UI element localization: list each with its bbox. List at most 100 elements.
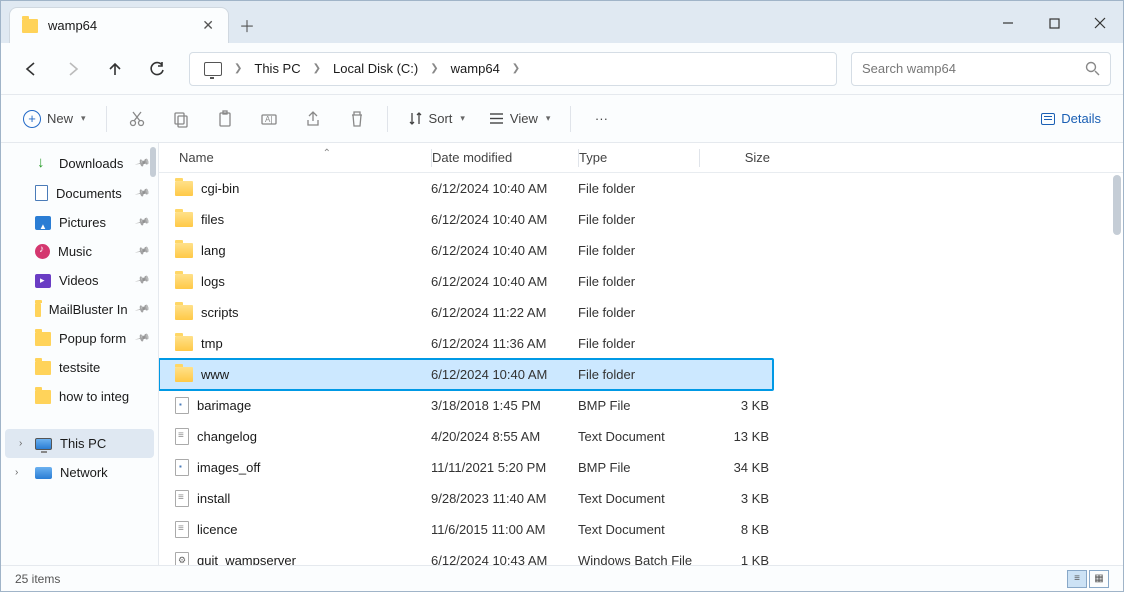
file-row[interactable]: changelog4/20/2024 8:55 AMText Document1… <box>159 421 1123 452</box>
more-button[interactable]: ··· <box>581 105 621 132</box>
paste-button[interactable] <box>205 104 245 134</box>
file-date: 6/12/2024 10:40 AM <box>431 367 578 382</box>
file-date: 11/6/2015 11:00 AM <box>431 522 578 537</box>
sidebar-item[interactable]: Downloads📌 <box>1 149 158 178</box>
view-button[interactable]: View ▾ <box>479 105 560 132</box>
file-size: 8 KB <box>699 522 769 537</box>
chevron-right-icon[interactable]: ❯ <box>428 63 440 74</box>
details-view-button[interactable]: ≡ <box>1067 570 1087 588</box>
sidebar-item[interactable]: testsite <box>1 353 158 382</box>
sidebar-item-label: Downloads <box>59 156 123 171</box>
file-row[interactable]: lang6/12/2024 10:40 AMFile folder <box>159 235 1123 266</box>
folder-icon <box>175 274 193 289</box>
new-button[interactable]: + New ▾ <box>13 104 96 134</box>
file-row[interactable]: cgi-bin 6/12/2024 10:40 AMFile folder <box>159 173 1123 204</box>
file-row[interactable]: barimage3/18/2018 1:45 PMBMP File3 KB <box>159 390 1123 421</box>
refresh-button[interactable] <box>139 51 175 87</box>
chevron-right-icon[interactable]: › <box>19 438 22 449</box>
file-date: 6/12/2024 11:36 AM <box>431 336 578 351</box>
sort-icon <box>408 111 423 126</box>
column-type[interactable]: Type <box>579 150 699 165</box>
file-type: File folder <box>578 181 699 196</box>
sidebar-item[interactable]: Popup form📌 <box>1 324 158 353</box>
file-row[interactable]: scripts6/12/2024 11:22 AMFile folder <box>159 297 1123 328</box>
forward-button[interactable] <box>55 51 91 87</box>
details-pane-button[interactable]: Details <box>1031 105 1111 132</box>
new-tab-button[interactable]: ＋ <box>229 7 265 43</box>
file-row[interactable]: install9/28/2023 11:40 AMText Document3 … <box>159 483 1123 514</box>
sidebar-item[interactable]: MailBluster In📌 <box>1 295 158 324</box>
file-row[interactable]: files6/12/2024 10:40 AMFile folder <box>159 204 1123 235</box>
monitor-icon <box>204 62 222 76</box>
chevron-right-icon[interactable]: › <box>15 467 18 478</box>
file-size: 3 KB <box>699 491 769 506</box>
close-button[interactable] <box>1077 3 1123 43</box>
separator <box>387 106 388 132</box>
folder-icon <box>175 367 193 382</box>
network-icon <box>35 467 52 479</box>
breadcrumb-folder[interactable]: wamp64 <box>443 57 508 80</box>
sidebar-item[interactable]: Documents📌 <box>1 178 158 208</box>
delete-button[interactable] <box>337 104 377 134</box>
file-name: scripts <box>201 305 239 320</box>
file-row[interactable]: tmp6/12/2024 11:36 AMFile folder <box>159 328 1123 359</box>
sidebar-item-label: MailBluster In <box>49 302 128 317</box>
sidebar-item[interactable]: Pictures📌 <box>1 208 158 237</box>
txt-icon <box>175 521 189 538</box>
file-name: cgi-bin <box>201 181 239 196</box>
chevron-right-icon[interactable]: ❯ <box>232 63 244 74</box>
column-size[interactable]: Size <box>700 150 770 165</box>
file-size: 34 KB <box>699 460 769 475</box>
search-box[interactable]: Search wamp64 <box>851 52 1111 86</box>
window-controls <box>985 3 1123 43</box>
sidebar-item[interactable]: Videos📌 <box>1 266 158 295</box>
scrollbar[interactable] <box>1113 175 1121 235</box>
file-row[interactable]: images_off11/11/2021 5:20 PMBMP File34 K… <box>159 452 1123 483</box>
sort-button[interactable]: Sort ▾ <box>398 105 475 132</box>
minimize-button[interactable] <box>985 3 1031 43</box>
file-row[interactable]: logs6/12/2024 10:40 AMFile folder <box>159 266 1123 297</box>
sidebar-item-label: how to integ <box>59 389 129 404</box>
chevron-right-icon[interactable]: ❯ <box>510 63 522 74</box>
separator <box>570 106 571 132</box>
file-type: File folder <box>578 274 699 289</box>
address-bar[interactable]: ❯ This PC ❯ Local Disk (C:) ❯ wamp64 ❯ <box>189 52 837 86</box>
thumbnails-view-button[interactable]: ▦ <box>1089 570 1109 588</box>
cut-button[interactable] <box>117 104 157 134</box>
toolbar: + New ▾ A| Sort ▾ View ▾ ··· Details <box>1 95 1123 143</box>
file-type: BMP File <box>578 460 699 475</box>
pin-icon: 📌 <box>134 185 150 201</box>
share-button[interactable] <box>293 104 333 134</box>
copy-button[interactable] <box>161 104 201 134</box>
back-button[interactable] <box>13 51 49 87</box>
search-placeholder: Search wamp64 <box>862 61 956 76</box>
breadcrumb-thispc[interactable]: This PC <box>246 57 308 80</box>
sidebar: Downloads📌Documents📌Pictures📌Music📌Video… <box>1 143 159 565</box>
window-tab[interactable]: wamp64 ✕ <box>9 7 229 43</box>
sidebar-item-thispc[interactable]: › This PC <box>5 429 154 458</box>
separator <box>106 106 107 132</box>
chevron-down-icon: ▾ <box>546 113 551 124</box>
column-name[interactable]: Name⌃ <box>171 150 431 165</box>
breadcrumb-drive[interactable]: Local Disk (C:) <box>325 57 426 80</box>
file-date: 6/12/2024 10:40 AM <box>431 181 578 196</box>
sidebar-item[interactable]: how to integ <box>1 382 158 411</box>
breadcrumb-root-icon[interactable] <box>196 58 230 80</box>
doc-icon <box>35 185 48 201</box>
file-type: Windows Batch File <box>578 553 699 565</box>
file-name: lang <box>201 243 226 258</box>
file-date: 4/20/2024 8:55 AM <box>431 429 578 444</box>
up-button[interactable] <box>97 51 133 87</box>
tab-close-icon[interactable]: ✕ <box>200 15 216 36</box>
sidebar-item-network[interactable]: › Network <box>1 458 158 487</box>
file-row[interactable]: licence11/6/2015 11:00 AMText Document8 … <box>159 514 1123 545</box>
column-date[interactable]: Date modified <box>432 150 578 165</box>
file-row[interactable]: www6/12/2024 10:40 AMFile folder <box>159 359 773 390</box>
sidebar-item[interactable]: Music📌 <box>1 237 158 266</box>
rename-button[interactable]: A| <box>249 104 289 134</box>
maximize-button[interactable] <box>1031 3 1077 43</box>
file-row[interactable]: quit_wampserver6/12/2024 10:43 AMWindows… <box>159 545 1123 565</box>
pin-icon: 📌 <box>134 215 150 231</box>
file-list: Name⌃ Date modified Type Size cgi-bin 6/1… <box>159 143 1123 565</box>
chevron-right-icon[interactable]: ❯ <box>311 63 323 74</box>
